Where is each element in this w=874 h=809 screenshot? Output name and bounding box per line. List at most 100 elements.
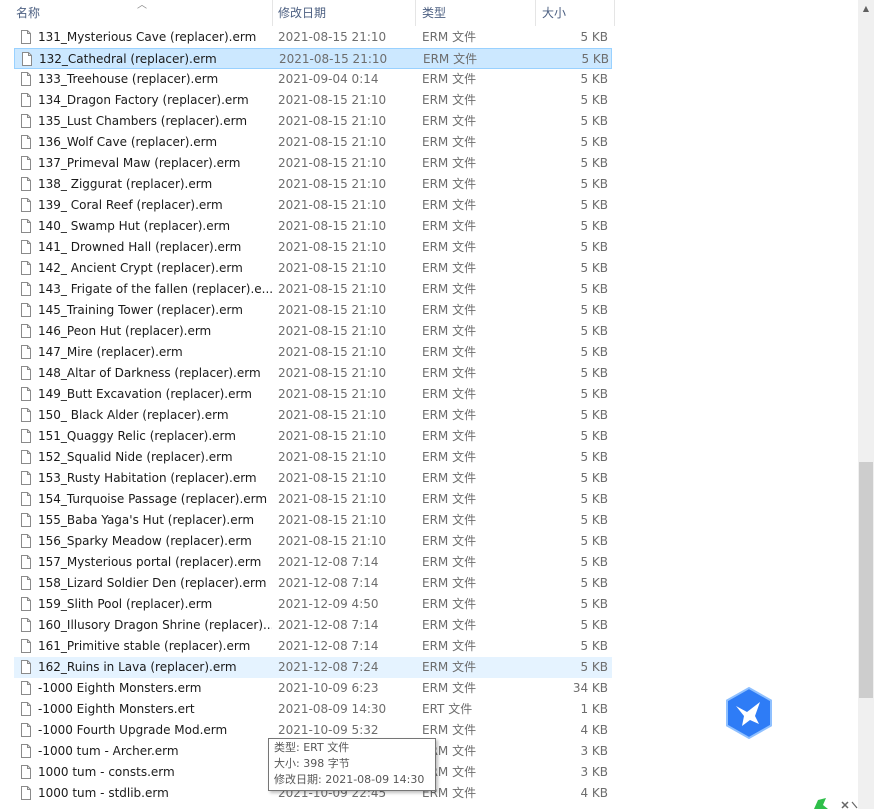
file-name: 146_Peon Hut (replacer).erm bbox=[38, 324, 212, 338]
document-icon bbox=[21, 639, 31, 653]
scrollbar-thumb[interactable] bbox=[859, 462, 873, 698]
file-row[interactable]: 153_Rusty Habitation (replacer).erm 2021-… bbox=[14, 468, 612, 489]
file-row[interactable]: 154_Turquoise Passage (replacer).erm 2021… bbox=[14, 489, 612, 510]
file-name: 137_Primeval Maw (replacer).erm bbox=[38, 156, 241, 170]
document-icon bbox=[21, 93, 31, 107]
file-size: 5 KB bbox=[580, 408, 608, 422]
file-name: 131_Mysterious Cave (replacer).erm bbox=[38, 30, 257, 44]
file-name: 152_Squalid Nide (replacer).erm bbox=[38, 450, 233, 464]
file-modified-date: 2021-08-15 21:10 bbox=[278, 345, 387, 359]
tray-logo-icon bbox=[814, 798, 858, 809]
file-name: 139_ Coral Reef (replacer).erm bbox=[38, 198, 223, 212]
file-row[interactable]: 135_Lust Chambers (replacer).erm 2021-08-… bbox=[14, 111, 612, 132]
document-icon bbox=[21, 135, 31, 149]
file-row[interactable]: 138_ Ziggurat (replacer).erm 2021-08-15 2… bbox=[14, 174, 612, 195]
column-header-size[interactable]: 大小 bbox=[542, 0, 612, 26]
file-modified-date: 2021-08-15 21:10 bbox=[278, 513, 387, 527]
file-row[interactable]: 136_Wolf Cave (replacer).erm 2021-08-15 2… bbox=[14, 132, 612, 153]
file-row[interactable]: -1000 Eighth Monsters.ert 2021-08-09 14:3… bbox=[14, 699, 612, 720]
file-name: 143_ Frigate of the fallen (replacer).e.… bbox=[38, 282, 272, 296]
column-divider[interactable] bbox=[415, 0, 416, 26]
file-name: -1000 tum - Archer.erm bbox=[38, 744, 179, 758]
file-row[interactable]: 155_Baba Yaga's Hut (replacer).erm 2021-0… bbox=[14, 510, 612, 531]
tooltip-size: 大小: 398 字节 bbox=[274, 757, 350, 770]
document-icon bbox=[21, 534, 31, 548]
file-modified-date: 2021-08-15 21:10 bbox=[278, 135, 387, 149]
file-row[interactable]: -1000 Eighth Monsters.erm 2021-10-09 6:23… bbox=[14, 678, 612, 699]
file-size: 5 KB bbox=[580, 345, 608, 359]
file-row[interactable]: 140_ Swamp Hut (replacer).erm 2021-08-15 … bbox=[14, 216, 612, 237]
file-name: 156_Sparky Meadow (replacer).erm bbox=[38, 534, 252, 548]
file-size: 5 KB bbox=[580, 660, 608, 674]
file-row[interactable]: 146_Peon Hut (replacer).erm 2021-08-15 21… bbox=[14, 321, 612, 342]
file-size: 5 KB bbox=[580, 303, 608, 317]
file-row[interactable]: 158_Lizard Soldier Den (replacer).erm 202… bbox=[14, 573, 612, 594]
file-name: 141_ Drowned Hall (replacer).erm bbox=[38, 240, 242, 254]
file-name: 161_Primitive stable (replacer).erm bbox=[38, 639, 251, 653]
file-row[interactable]: 161_Primitive stable (replacer).erm 2021-… bbox=[14, 636, 612, 657]
scroll-up-arrow-icon[interactable]: ▲ bbox=[858, 0, 874, 17]
file-row[interactable]: 134_Dragon Factory (replacer).erm 2021-08… bbox=[14, 90, 612, 111]
document-icon bbox=[21, 429, 31, 443]
file-row[interactable]: 149_Butt Excavation (replacer).erm 2021-0… bbox=[14, 384, 612, 405]
file-modified-date: 2021-08-15 21:10 bbox=[279, 52, 388, 66]
file-modified-date: 2021-12-08 7:14 bbox=[278, 618, 379, 632]
file-row[interactable]: 147_Mire (replacer).erm 2021-08-15 21:10 E… bbox=[14, 342, 612, 363]
file-row[interactable]: 160_Illusory Dragon Shrine (replacer)...… bbox=[14, 615, 612, 636]
file-row[interactable]: 141_ Drowned Hall (replacer).erm 2021-08-… bbox=[14, 237, 612, 258]
file-name: 153_Rusty Habitation (replacer).erm bbox=[38, 471, 257, 485]
file-row[interactable]: 157_Mysterious portal (replacer).erm 2021… bbox=[14, 552, 612, 573]
file-row[interactable]: 148_Altar of Darkness (replacer).erm 2021… bbox=[14, 363, 612, 384]
document-icon bbox=[21, 723, 31, 737]
file-row[interactable]: 159_Slith Pool (replacer).erm 2021-12-09 … bbox=[14, 594, 612, 615]
document-icon bbox=[21, 198, 31, 212]
file-size: 5 KB bbox=[580, 93, 608, 107]
file-size: 34 KB bbox=[572, 681, 608, 695]
file-name: 138_ Ziggurat (replacer).erm bbox=[38, 177, 213, 191]
tooltip-type: 类型: ERT 文件 bbox=[274, 741, 350, 754]
sort-ascending-icon: ︿ bbox=[137, 0, 147, 11]
file-name: 148_Altar of Darkness (replacer).erm bbox=[38, 366, 261, 380]
file-row[interactable]: 132_Cathedral (replacer).erm 2021-08-15 2… bbox=[14, 48, 612, 69]
file-row[interactable]: 131_Mysterious Cave (replacer).erm 2021-0… bbox=[14, 27, 612, 48]
file-row[interactable]: 133_Treehouse (replacer).erm 2021-09-04 0… bbox=[14, 69, 612, 90]
file-name: -1000 Eighth Monsters.erm bbox=[38, 681, 202, 695]
document-icon bbox=[21, 744, 31, 758]
document-icon bbox=[21, 513, 31, 527]
file-row[interactable]: 162_Ruins in Lava (replacer).erm 2021-12-… bbox=[14, 657, 612, 678]
column-header-date[interactable]: 修改日期 bbox=[278, 0, 408, 26]
file-row[interactable]: 150_ Black Alder (replacer).erm 2021-08-1… bbox=[14, 405, 612, 426]
vertical-scrollbar[interactable]: ▲ bbox=[858, 0, 874, 809]
file-row[interactable]: 156_Sparky Meadow (replacer).erm 2021-08-… bbox=[14, 531, 612, 552]
document-icon bbox=[21, 765, 31, 779]
file-size: 4 KB bbox=[580, 786, 608, 800]
file-row[interactable]: 143_ Frigate of the fallen (replacer).e.… bbox=[14, 279, 612, 300]
document-icon bbox=[21, 576, 31, 590]
column-divider[interactable] bbox=[614, 0, 615, 26]
file-size: 5 KB bbox=[580, 261, 608, 275]
column-divider[interactable] bbox=[535, 0, 536, 26]
column-header-type[interactable]: 类型 bbox=[422, 0, 522, 26]
document-icon bbox=[21, 219, 31, 233]
bird-app-icon[interactable] bbox=[722, 686, 776, 740]
document-icon bbox=[21, 660, 31, 674]
file-row[interactable]: 139_ Coral Reef (replacer).erm 2021-08-15… bbox=[14, 195, 612, 216]
file-size: 5 KB bbox=[580, 450, 608, 464]
file-name: 145_Training Tower (replacer).erm bbox=[38, 303, 243, 317]
file-size: 5 KB bbox=[580, 282, 608, 296]
file-modified-date: 2021-08-15 21:10 bbox=[278, 198, 387, 212]
file-modified-date: 2021-08-15 21:10 bbox=[278, 492, 387, 506]
file-row[interactable]: 151_Quaggy Relic (replacer).erm 2021-08-1… bbox=[14, 426, 612, 447]
file-name: -1000 Eighth Monsters.ert bbox=[38, 702, 195, 716]
file-row[interactable]: 142_ Ancient Crypt (replacer).erm 2021-08… bbox=[14, 258, 612, 279]
file-row[interactable]: 145_Training Tower (replacer).erm 2021-08… bbox=[14, 300, 612, 321]
file-size: 5 KB bbox=[580, 471, 608, 485]
file-row[interactable]: 152_Squalid Nide (replacer).erm 2021-08-1… bbox=[14, 447, 612, 468]
file-modified-date: 2021-08-15 21:10 bbox=[278, 534, 387, 548]
file-row[interactable]: 137_Primeval Maw (replacer).erm 2021-08-1… bbox=[14, 153, 612, 174]
column-divider[interactable] bbox=[272, 0, 273, 26]
file-modified-date: 2021-08-15 21:10 bbox=[278, 366, 387, 380]
file-modified-date: 2021-08-15 21:10 bbox=[278, 240, 387, 254]
file-size: 5 KB bbox=[580, 597, 608, 611]
document-icon bbox=[21, 324, 31, 338]
